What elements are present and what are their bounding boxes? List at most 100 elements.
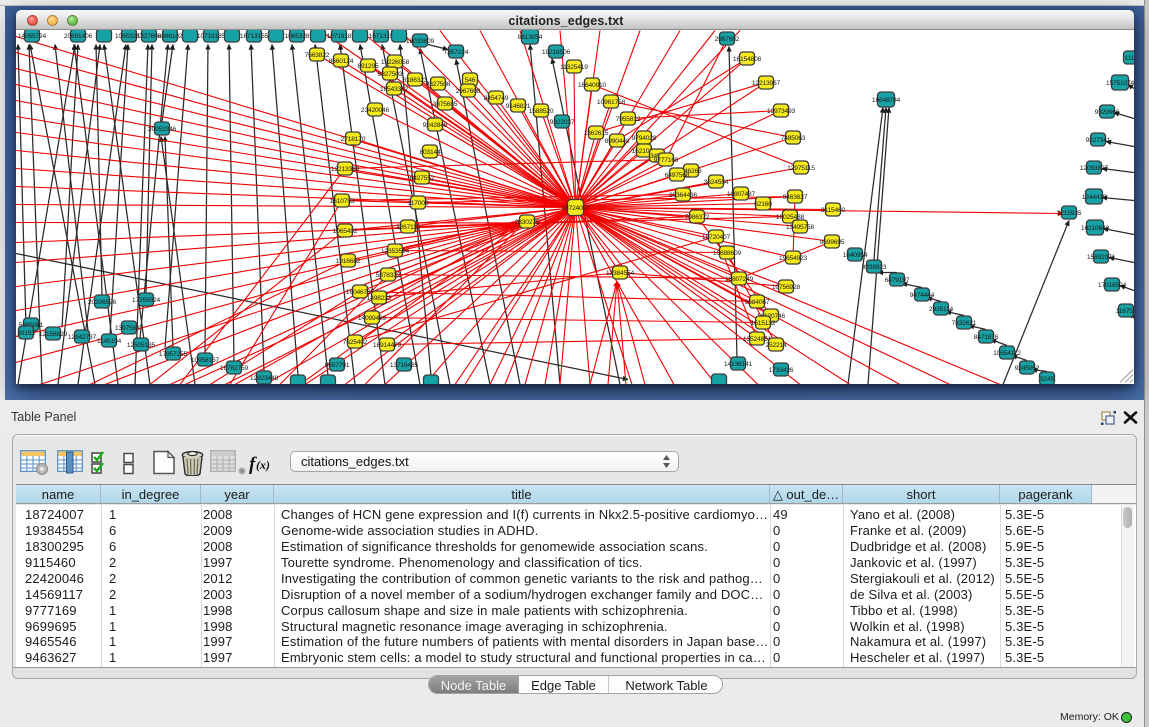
svg-text:16210643: 16210643 [1081,225,1110,232]
svg-text:16648784: 16648784 [872,97,901,104]
svg-text:117006: 117006 [408,200,429,207]
svg-text:8454749: 8454749 [484,95,509,102]
svg-text:17016504: 17016504 [1098,282,1127,289]
svg-text:9684067: 9684067 [745,299,770,306]
svg-text:16713155: 16713155 [240,33,269,40]
svg-text:9657791: 9657791 [325,362,350,369]
svg-text:9463627: 9463627 [783,194,808,201]
svg-text:19654923: 19654923 [779,255,808,262]
svg-text:9242848: 9242848 [423,122,448,129]
svg-text:9146821: 9146821 [506,103,531,110]
svg-text:3875685: 3875685 [433,101,458,108]
svg-text:7625402: 7625402 [343,339,368,346]
svg-text:891295: 891295 [357,63,379,70]
svg-text:20053346: 20053346 [148,126,177,133]
svg-text:9327503: 9327503 [378,71,403,78]
svg-text:9245: 9245 [1040,376,1055,383]
svg-text:19218506: 19218506 [542,49,571,56]
svg-text:3624554: 3624554 [704,179,729,186]
svg-text:1244419: 1244419 [1082,194,1107,201]
svg-text:9245052: 9245052 [1015,365,1040,372]
svg-text:12213369: 12213369 [331,166,360,173]
svg-text:13716485: 13716485 [390,362,419,369]
svg-text:15692971: 15692971 [1087,254,1116,261]
svg-text:1071918: 1071918 [327,33,352,40]
svg-text:10973493: 10973493 [767,108,796,115]
svg-text:1498222: 1498222 [367,295,392,302]
svg-text:3267110: 3267110 [396,224,421,231]
svg-text:17957255: 17957255 [159,351,188,358]
svg-text:1671315: 1671315 [369,33,394,40]
svg-text:15720407: 15720407 [702,234,731,241]
svg-text:16154808: 16154808 [733,56,762,63]
svg-text:16914479: 16914479 [373,342,402,349]
svg-text:13975887: 13975887 [115,325,144,332]
svg-text:6497568: 6497568 [665,172,690,179]
svg-text:1733426: 1733426 [769,367,794,374]
svg-text:12975115: 12975115 [787,165,815,172]
svg-text:7955812: 7955812 [616,116,641,123]
svg-text:8990448: 8990448 [605,138,630,145]
svg-text:7485063: 7485063 [781,135,806,142]
svg-text:7986372: 7986372 [685,214,710,221]
svg-text:1916682: 1916682 [336,258,361,265]
svg-text:1065492: 1065492 [333,228,358,235]
svg-text:546: 546 [465,77,476,84]
svg-text:18807249: 18807249 [725,276,754,283]
svg-text:13226058: 13226058 [381,59,410,66]
svg-text:9777169: 9777169 [654,157,679,164]
svg-text:1112: 1112 [1124,55,1134,62]
svg-text:2718170: 2718170 [341,136,366,143]
svg-text:16033809: 16033809 [406,38,435,45]
svg-text:10961758: 10961758 [597,99,626,106]
svg-text:62160: 62160 [754,201,772,208]
svg-text:15751074: 15751074 [1106,80,1134,87]
svg-text:9327508: 9327508 [426,81,451,88]
svg-text:2330275: 2330275 [515,219,540,226]
svg-text:23420046: 23420046 [361,107,390,114]
svg-text:17359924: 17359924 [132,297,161,304]
svg-text:10654112: 10654112 [993,350,1021,357]
svg-text:12093827: 12093827 [1080,165,1109,172]
svg-text:3215935: 3215935 [1057,210,1082,217]
svg-text:7663822: 7663822 [305,52,330,59]
svg-text:9699695: 9699695 [820,239,845,246]
svg-text:9474444: 9474444 [910,292,935,299]
svg-text:14136141: 14136141 [724,361,753,368]
svg-text:2987682: 2987682 [715,36,740,43]
svg-text:16782759: 16782759 [220,365,249,372]
svg-text:(x): (x) [256,458,270,472]
svg-text:10807487: 10807487 [727,191,756,198]
svg-text:252214: 252214 [765,342,787,349]
svg-text:8660124: 8660124 [329,58,354,65]
svg-text:12213967: 12213967 [752,80,781,87]
svg-text:39153: 39153 [17,330,35,337]
svg-text:1610753: 1610753 [330,198,355,205]
svg-text:10719185: 10719185 [197,33,226,40]
svg-text:10688609: 10688609 [713,250,742,257]
svg-text:8186323: 8186323 [403,77,428,84]
svg-text:16640910: 16640910 [578,82,607,89]
svg-text:13384554: 13384554 [606,270,635,277]
svg-text:1640954: 1640954 [843,252,868,259]
svg-text:8427552: 8427552 [410,175,435,182]
svg-text:10756928: 10756928 [772,284,801,291]
svg-text:18724007: 18724007 [561,205,590,212]
svg-text:9322037: 9322037 [550,119,575,126]
svg-text:803144: 803144 [419,149,441,156]
svg-text:13495758: 13495758 [786,224,815,231]
svg-text:12505135: 12505135 [127,342,156,349]
svg-text:20206526: 20206526 [88,299,117,306]
svg-text:5878332: 5878332 [376,272,401,279]
svg-text:6479197: 6479197 [885,277,910,284]
svg-text:9794028: 9794028 [632,135,657,142]
svg-text:12942737: 12942737 [68,334,97,341]
svg-text:2935114: 2935114 [929,306,954,313]
svg-text:20364436: 20364436 [669,192,698,199]
svg-text:1065328: 1065328 [285,33,310,40]
svg-text:9115460: 9115460 [821,207,846,214]
svg-text:12353594: 12353594 [381,248,410,255]
svg-text:8938923: 8938923 [862,264,887,271]
svg-text:20691406: 20691406 [64,33,93,40]
svg-text:6466102: 6466102 [158,33,183,40]
